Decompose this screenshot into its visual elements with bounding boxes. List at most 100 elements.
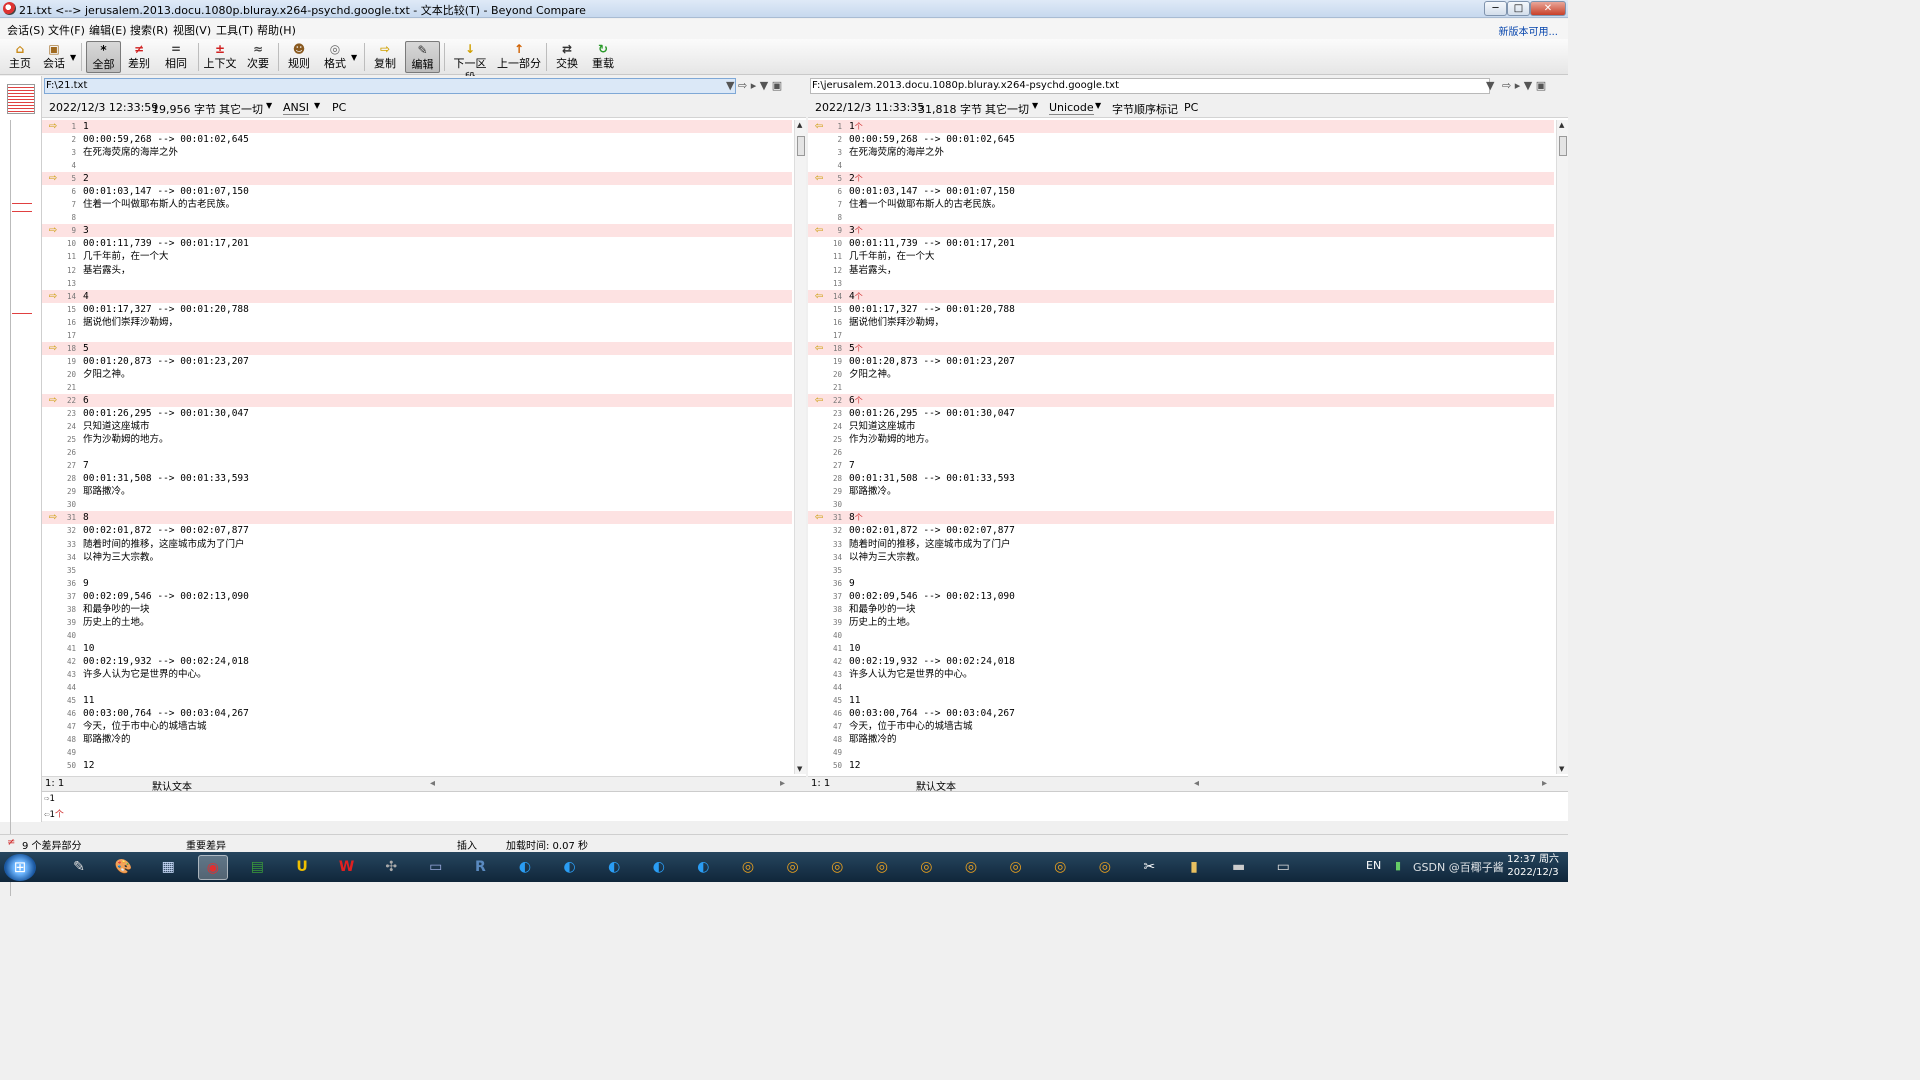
left-scroll-thumb[interactable] bbox=[797, 136, 805, 156]
right-hscroll-right-icon[interactable]: ▸ bbox=[1542, 778, 1547, 789]
edge-icon[interactable]: ◐ bbox=[599, 855, 629, 880]
left-line-row[interactable]: 40 bbox=[42, 629, 792, 642]
copy-to-right-arrow-icon[interactable]: ⇨ bbox=[46, 172, 60, 185]
right-line-row[interactable]: ⇦ 14 4个 bbox=[808, 289, 1554, 303]
tool-icon[interactable]: ✣ bbox=[376, 855, 406, 880]
left-text-area[interactable]: ⇨ 1 1 2 00:00:59,268 --> 00:01:02,645 3 在死海荧席的… bbox=[42, 120, 792, 772]
copy-to-left-arrow-icon[interactable]: ⇦ bbox=[812, 120, 826, 133]
chrome-icon[interactable]: ◎ bbox=[1001, 855, 1031, 880]
right-line-row[interactable]: 38 和最争吵的一块 bbox=[808, 603, 1554, 616]
left-line-row[interactable]: 8 bbox=[42, 211, 792, 224]
paint-icon[interactable]: 🎨 bbox=[109, 855, 139, 880]
edge-icon[interactable]: ◐ bbox=[688, 855, 718, 880]
scroll-down-icon[interactable]: ▼ bbox=[797, 765, 802, 773]
left-line-row[interactable]: 39 历史上的土地。 bbox=[42, 616, 792, 629]
right-line-row[interactable]: 19 00:01:20,873 --> 00:01:23,207 bbox=[808, 355, 1554, 368]
left-line-row[interactable]: 23 00:01:26,295 --> 00:01:30,047 bbox=[42, 407, 792, 420]
left-encoding-select[interactable]: ANSI bbox=[283, 101, 309, 115]
copy-to-left-arrow-icon[interactable]: ⇦ bbox=[812, 172, 826, 185]
session-button[interactable]: ▣ 会话 bbox=[38, 41, 70, 73]
right-encoding-select[interactable]: Unicode bbox=[1049, 101, 1094, 115]
left-line-row[interactable]: ⇨ 22 6 bbox=[42, 393, 792, 408]
left-line-row[interactable]: 41 10 bbox=[42, 642, 792, 655]
menu-help[interactable]: 帮助(H) bbox=[257, 22, 296, 38]
filter-all-button[interactable]: * 全部 bbox=[86, 41, 121, 73]
left-line-row[interactable]: 25 作为沙勒姆的地方。 bbox=[42, 433, 792, 446]
filter-diff-button[interactable]: ≠ 差别 bbox=[123, 41, 155, 73]
copy-to-right-arrow-icon[interactable]: ⇨ bbox=[46, 120, 60, 133]
right-line-row[interactable]: 27 7 bbox=[808, 459, 1554, 472]
right-line-row[interactable]: 33 随着时间的推移，这座城市成为了门户 bbox=[808, 538, 1554, 551]
right-hscroll-left-icon[interactable]: ◂ bbox=[1194, 778, 1199, 789]
right-line-row[interactable]: 41 10 bbox=[808, 642, 1554, 655]
session-dropdown-icon[interactable]: ▼ bbox=[70, 53, 76, 62]
edit-button[interactable]: ✎ 编辑 bbox=[405, 41, 440, 73]
left-line-row[interactable]: 42 00:02:19,932 --> 00:02:24,018 bbox=[42, 655, 792, 668]
left-line-row[interactable]: 50 12 bbox=[42, 759, 792, 772]
left-line-row[interactable]: 20 夕阳之神。 bbox=[42, 368, 792, 381]
filter-same-button[interactable]: = 相同 bbox=[160, 41, 192, 73]
right-line-row[interactable]: 25 作为沙勒姆的地方。 bbox=[808, 433, 1554, 446]
right-line-row[interactable]: ⇦ 31 8个 bbox=[808, 511, 1554, 525]
right-line-row[interactable]: 17 bbox=[808, 329, 1554, 342]
left-other-select[interactable]: 其它一切 bbox=[219, 101, 263, 117]
scroll-down-icon[interactable]: ▼ bbox=[1559, 765, 1564, 773]
right-line-row[interactable]: 32 00:02:01,872 --> 00:02:07,877 bbox=[808, 524, 1554, 537]
left-line-row[interactable]: 16 据说他们崇拜沙勒姆， bbox=[42, 316, 792, 329]
copy-to-right-arrow-icon[interactable]: ⇨ bbox=[46, 394, 60, 407]
copy-button[interactable]: ⇨ 复制 bbox=[369, 41, 401, 73]
rules-button[interactable]: ☻ 规则 bbox=[283, 41, 315, 73]
left-line-row[interactable]: 43 许多人认为它是世界的中心。 bbox=[42, 668, 792, 681]
reload-button[interactable]: ↻ 重载 bbox=[587, 41, 619, 73]
copy-to-left-arrow-icon[interactable]: ⇦ bbox=[812, 290, 826, 303]
beyond-compare-icon[interactable]: ◉ bbox=[197, 855, 228, 880]
format-button[interactable]: ◎ 格式 bbox=[319, 41, 351, 73]
r-icon[interactable]: R bbox=[465, 855, 495, 880]
right-line-row[interactable]: 46 00:03:00,764 --> 00:03:04,267 bbox=[808, 707, 1554, 720]
right-line-row[interactable]: 28 00:01:31,508 --> 00:01:33,593 bbox=[808, 472, 1554, 485]
left-line-row[interactable]: 21 bbox=[42, 381, 792, 394]
pen-icon[interactable]: ✎ bbox=[64, 855, 94, 880]
left-line-row[interactable]: ⇨ 9 3 bbox=[42, 224, 792, 238]
left-line-row[interactable]: ⇨ 31 8 bbox=[42, 511, 792, 525]
left-line-row[interactable]: 4 bbox=[42, 159, 792, 172]
right-line-row[interactable]: ⇦ 5 2个 bbox=[808, 172, 1554, 186]
language-indicator[interactable]: EN bbox=[1366, 859, 1381, 872]
chrome-icon[interactable]: ◎ bbox=[1045, 855, 1075, 880]
left-path-dropdown-icon[interactable]: ▼ bbox=[726, 79, 734, 92]
right-line-row[interactable]: 11 几千年前，在一个大 bbox=[808, 250, 1554, 263]
left-line-row[interactable]: 33 随着时间的推移，这座城市成为了门户 bbox=[42, 538, 792, 551]
chrome-icon[interactable]: ◎ bbox=[822, 855, 852, 880]
ultraedit-icon[interactable]: U bbox=[287, 855, 317, 880]
right-line-row[interactable]: ⇦ 22 6个 bbox=[808, 393, 1554, 408]
right-bom-label[interactable]: 字节顺序标记 bbox=[1112, 101, 1178, 117]
left-line-row[interactable]: ⇨ 18 5 bbox=[42, 341, 792, 355]
right-line-row[interactable]: 8 bbox=[808, 211, 1554, 224]
right-line-ending[interactable]: PC bbox=[1184, 101, 1198, 114]
copy-to-left-arrow-icon[interactable]: ⇦ bbox=[812, 511, 826, 524]
right-line-row[interactable]: 12 基岩露头， bbox=[808, 264, 1554, 277]
update-available-link[interactable]: 新版本可用... bbox=[1498, 23, 1558, 38]
close-button[interactable]: ✕ bbox=[1530, 1, 1566, 16]
chrome-icon[interactable]: ◎ bbox=[867, 855, 897, 880]
right-line-row[interactable]: 49 bbox=[808, 746, 1554, 759]
edge-icon[interactable]: ◐ bbox=[510, 855, 540, 880]
copy-to-right-arrow-icon[interactable]: ⇨ bbox=[46, 511, 60, 524]
overview-thumbnail[interactable] bbox=[7, 84, 35, 114]
right-encoding-dropdown-icon[interactable]: ▼ bbox=[1095, 101, 1101, 110]
calculator-icon[interactable]: ▦ bbox=[153, 855, 183, 880]
menu-file[interactable]: 文件(F) bbox=[48, 22, 85, 38]
copy-to-right-arrow-icon[interactable]: ⇨ bbox=[46, 342, 60, 355]
right-line-row[interactable]: 40 bbox=[808, 629, 1554, 642]
left-hscroll-right-icon[interactable]: ▸ bbox=[780, 778, 785, 789]
left-line-row[interactable]: 26 bbox=[42, 446, 792, 459]
left-other-dropdown-icon[interactable]: ▼ bbox=[266, 101, 272, 110]
right-line-row[interactable]: 21 bbox=[808, 381, 1554, 394]
left-vertical-scrollbar[interactable]: ▲ ▼ bbox=[794, 120, 806, 774]
left-line-row[interactable]: 35 bbox=[42, 564, 792, 577]
right-line-row[interactable]: 15 00:01:17,327 --> 00:01:20,788 bbox=[808, 303, 1554, 316]
battery-icon[interactable]: ▮ bbox=[1395, 859, 1401, 872]
copy-to-right-arrow-icon[interactable]: ⇨ bbox=[46, 224, 60, 237]
right-line-row[interactable]: 2 00:00:59,268 --> 00:01:02,645 bbox=[808, 133, 1554, 146]
right-line-row[interactable]: ⇦ 18 5个 bbox=[808, 341, 1554, 355]
